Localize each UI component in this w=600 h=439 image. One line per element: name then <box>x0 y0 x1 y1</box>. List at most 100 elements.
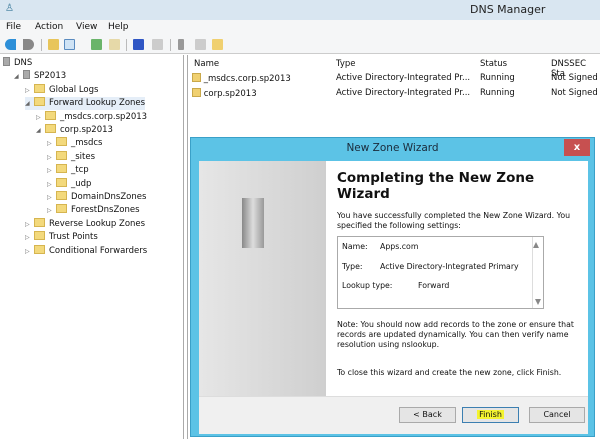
separator <box>126 39 127 51</box>
tree-item-label: DNS <box>14 58 33 68</box>
zone-icon[interactable] <box>212 39 223 50</box>
row-dnssec: Not Signed <box>551 73 598 83</box>
wizard-heading: Completing the New Zone Wizard <box>337 170 535 202</box>
finish-button[interactable]: Finish <box>462 407 519 423</box>
row-name: corp.sp2013 <box>203 89 257 99</box>
tree-item[interactable]: ▷ _msdcs <box>47 137 102 150</box>
separator <box>170 39 171 51</box>
tree-item-label: Forward Lookup Zones <box>49 98 146 109</box>
wizard-side-panel <box>199 161 326 396</box>
menu-bar: File Action View Help <box>0 20 600 36</box>
new-zone-wizard-dialog: New Zone Wizard x Completing the New Zon… <box>190 137 595 437</box>
tree-item[interactable]: ◢ corp.sp2013 <box>36 124 113 137</box>
type-value: Active Directory-Integrated Primary <box>380 262 519 271</box>
title-bar: ♙ DNS Manager <box>0 0 600 20</box>
lookup-value: Forward <box>418 281 450 290</box>
collapse-arrow-icon[interactable]: ◢ <box>14 70 23 83</box>
tree-item-label: Global Logs <box>49 84 99 95</box>
menu-help[interactable]: Help <box>108 22 129 32</box>
tree-item[interactable]: ◢ Forward Lookup Zones <box>25 97 146 111</box>
folder-icon <box>34 231 45 241</box>
cancel-button[interactable]: Cancel <box>529 407 585 423</box>
row-dnssec: Not Signed <box>551 88 598 98</box>
tree-item[interactable]: DNS <box>3 57 32 70</box>
folder-icon <box>34 83 45 93</box>
column-status[interactable]: Status <box>480 59 507 69</box>
expand-arrow-icon[interactable]: ▷ <box>25 218 34 231</box>
menu-file[interactable]: File <box>6 22 21 32</box>
separator <box>41 39 42 51</box>
expand-arrow-icon[interactable]: ▷ <box>47 204 56 217</box>
tree-item[interactable]: ▷ Trust Points <box>25 231 98 244</box>
wizard-body: Completing the New Zone Wizard You have … <box>199 161 588 396</box>
row-type: Active Directory-Integrated Pr... <box>336 73 471 83</box>
folder-icon <box>34 97 45 107</box>
tree-item[interactable]: ▷ Reverse Lookup Zones <box>25 217 145 231</box>
tree-item[interactable]: ▷ _sites <box>47 150 95 164</box>
folder-icon <box>45 110 56 120</box>
tree-item-label: _msdcs.corp.sp2013 <box>60 111 148 122</box>
help-icon[interactable] <box>133 39 144 50</box>
up-folder-icon[interactable] <box>48 39 59 50</box>
tree-item-label: SP2013 <box>34 71 67 82</box>
menu-action[interactable]: Action <box>35 22 63 32</box>
scroll-down-icon[interactable]: ▼ <box>533 297 543 306</box>
row-type: Active Directory-Integrated Pr... <box>336 88 471 98</box>
tree-item[interactable]: ▷ _udp <box>47 177 92 191</box>
expand-arrow-icon[interactable]: ▷ <box>47 178 56 191</box>
back-icon[interactable] <box>5 39 16 50</box>
collapse-arrow-icon[interactable]: ◢ <box>25 97 34 110</box>
export-icon[interactable] <box>109 39 120 50</box>
type-label: Type: <box>342 262 363 271</box>
column-type[interactable]: Type <box>336 59 356 69</box>
close-button[interactable]: x <box>564 139 590 156</box>
tree-item[interactable]: ▷ DomainDnsZones <box>47 191 146 204</box>
tree-item[interactable]: ◢ SP2013 <box>14 70 66 83</box>
zone-icon <box>192 88 201 97</box>
tree-item[interactable]: ▷ Conditional Forwarders <box>25 244 148 258</box>
expand-arrow-icon[interactable]: ▷ <box>25 84 34 97</box>
back-button[interactable]: < Back <box>399 407 456 423</box>
expand-arrow-icon[interactable]: ▷ <box>25 245 34 258</box>
table-row[interactable]: corp.sp2013 <box>192 88 257 99</box>
scroll-up-icon[interactable]: ▲ <box>533 240 539 249</box>
column-name[interactable]: Name <box>194 59 219 69</box>
tree-item-label: _udp <box>71 178 92 189</box>
menu-view[interactable]: View <box>76 22 97 32</box>
server-icon <box>242 198 264 248</box>
expand-arrow-icon[interactable]: ▷ <box>36 111 45 124</box>
row-name: _msdcs.corp.sp2013 <box>203 74 291 84</box>
refresh-icon[interactable] <box>91 39 102 50</box>
closing-text: To close this wizard and create the new … <box>337 368 562 377</box>
list-icon[interactable] <box>195 39 206 50</box>
dns-app-icon: ♙ <box>5 3 14 14</box>
console-tree-icon[interactable] <box>64 39 75 50</box>
expand-arrow-icon[interactable]: ▷ <box>47 164 56 177</box>
lookup-label: Lookup type: <box>342 281 393 290</box>
tree-item[interactable]: ▷ _tcp <box>47 164 89 177</box>
expand-arrow-icon[interactable]: ▷ <box>47 137 56 150</box>
forward-icon[interactable] <box>23 39 34 50</box>
expand-arrow-icon[interactable]: ▷ <box>25 231 34 244</box>
dns-icon <box>3 57 10 66</box>
wizard-footer: < Back Finish Cancel <box>199 396 588 434</box>
folder-icon <box>34 217 45 227</box>
toolbar <box>0 36 600 54</box>
folder-icon <box>56 191 67 200</box>
tree-item[interactable]: ▷ _msdcs.corp.sp2013 <box>36 110 148 124</box>
properties-icon[interactable] <box>152 39 163 50</box>
table-row[interactable]: _msdcs.corp.sp2013 <box>192 73 291 84</box>
server-icon <box>23 70 30 80</box>
folder-icon <box>56 204 67 214</box>
settings-box[interactable]: Name: Apps.com Type: Active Directory-In… <box>337 236 544 309</box>
folder-icon <box>45 124 56 133</box>
tree-item[interactable]: ▷ Global Logs <box>25 83 99 97</box>
expand-arrow-icon[interactable]: ▷ <box>47 191 56 204</box>
expand-arrow-icon[interactable]: ▷ <box>47 151 56 164</box>
tree-item-label: Conditional Forwarders <box>49 245 148 256</box>
tree-item[interactable]: ▷ ForestDnsZones <box>47 204 140 217</box>
scrollbar[interactable]: ▲ ▼ <box>532 237 543 308</box>
tree-item-label: Trust Points <box>49 232 98 243</box>
collapse-arrow-icon[interactable]: ◢ <box>36 124 45 137</box>
server-icon[interactable] <box>178 39 184 50</box>
